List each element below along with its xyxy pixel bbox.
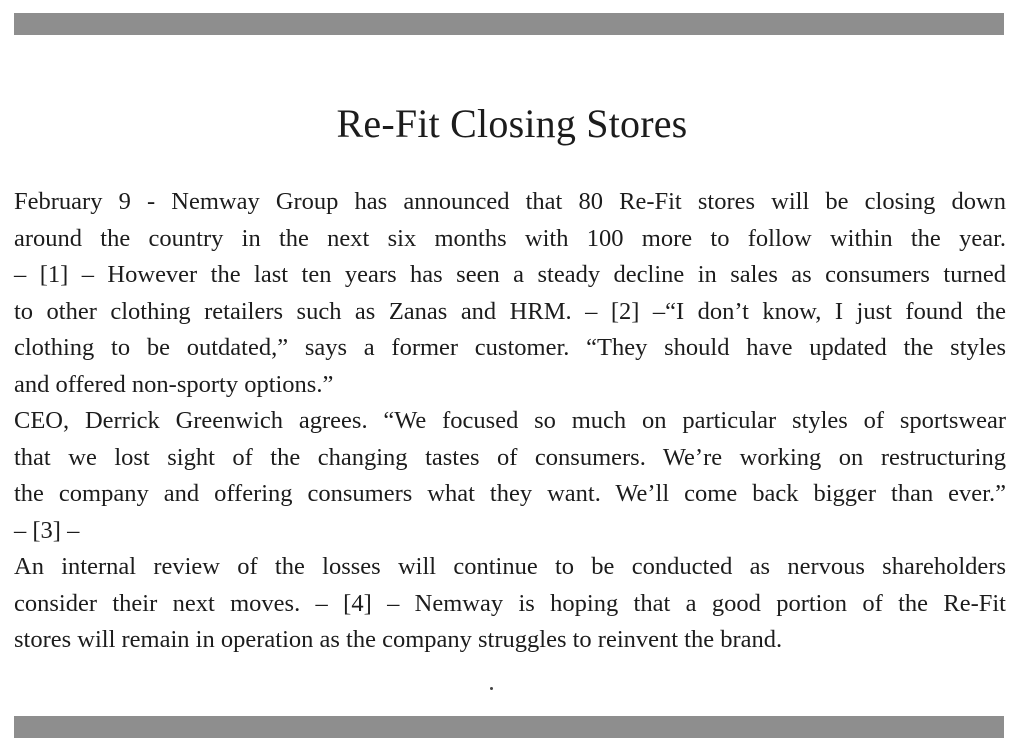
article-line: consider their next moves. – [4] – Nemwa… xyxy=(14,589,1006,617)
article-line: CEO, Derrick Greenwich agrees. “We focus… xyxy=(14,407,1006,434)
bottom-divider-bar xyxy=(14,716,1004,738)
article-title: Re-Fit Closing Stores xyxy=(336,101,688,146)
article-line: stores will remain in operation as the c… xyxy=(14,626,783,653)
article-line: February 9 - Nemway Group has announced … xyxy=(14,188,1006,215)
article-body: February 9 - Nemway Group has announced … xyxy=(14,184,1006,659)
article-line: – [3] – xyxy=(14,516,80,544)
article-line: clothing to be outdated,” says a former … xyxy=(14,334,1006,361)
top-divider-bar xyxy=(14,13,1004,35)
article-line: to other clothing retailers such as Zana… xyxy=(14,297,1006,325)
article-line: that we lost sight of the changing taste… xyxy=(14,443,1006,471)
article-line: – [1] – However the last ten years has s… xyxy=(14,261,1006,288)
article-line: and offered non-sporty options.” xyxy=(14,370,334,398)
article-line: An internal review of the losses will co… xyxy=(14,553,1006,580)
article-line: the company and offering consumers what … xyxy=(14,480,1006,507)
stray-dot-mark xyxy=(490,687,493,690)
article-line: around the country in the next six month… xyxy=(14,224,1006,252)
